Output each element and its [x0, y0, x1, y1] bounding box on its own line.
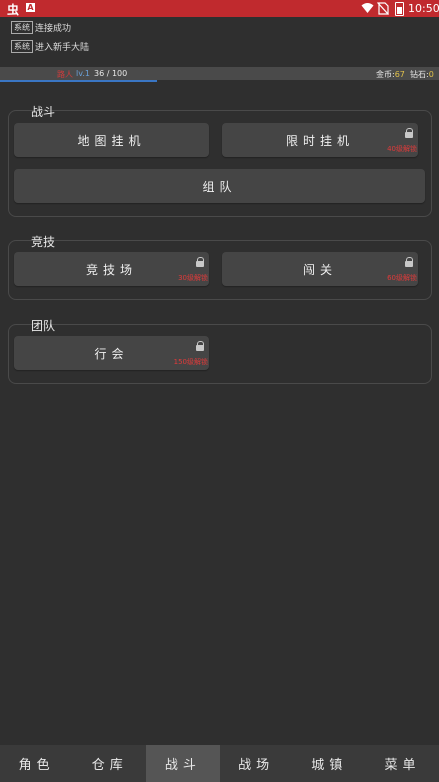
log-entry: 系统 连接成功 — [11, 21, 71, 34]
log-tag: 系统 — [11, 21, 33, 34]
unlock-requirement: 30级解锁 — [178, 274, 208, 282]
section-title-battle: 战斗 — [31, 105, 56, 119]
a-notification-icon: A — [26, 3, 35, 12]
exp-progress-bar — [0, 80, 157, 82]
lock-icon — [404, 257, 413, 267]
player-info-bar: 路人 lv.1 36 / 100 金币:67 钻石:0 — [0, 67, 439, 80]
nav-character[interactable]: 角色 — [0, 745, 73, 782]
unlock-requirement: 60级解锁 — [387, 274, 417, 282]
nav-menu[interactable]: 菜单 — [366, 745, 439, 782]
coins-display: 金币:67 — [376, 70, 405, 79]
nav-battle[interactable]: 战斗 — [146, 745, 220, 782]
section-title-group: 团队 — [31, 319, 56, 333]
diamonds-value: 0 — [428, 70, 434, 79]
app-notification-icon: 虫 — [7, 3, 20, 17]
unlock-requirement: 150级解锁 — [173, 358, 208, 366]
clock: 10:50 — [408, 2, 439, 15]
coins-value: 67 — [394, 70, 405, 79]
map-idle-button[interactable]: 地图挂机 — [14, 123, 209, 157]
nav-battlefield[interactable]: 战场 — [220, 745, 293, 782]
challenge-button[interactable]: 闯关 60级解锁 — [222, 252, 418, 286]
guild-button[interactable]: 行会 150级解锁 — [14, 336, 209, 370]
log-text: 进入新手大陆 — [35, 43, 90, 53]
lock-icon — [195, 257, 204, 267]
arena-button[interactable]: 竞技场 30级解锁 — [14, 252, 209, 286]
no-sim-icon — [377, 2, 389, 15]
message-log: 系统 连接成功 系统 进入新手大陆 — [0, 17, 439, 67]
battery-icon — [395, 2, 404, 16]
wifi-icon — [361, 3, 374, 13]
player-exp: 36 / 100 — [94, 69, 128, 78]
status-bar: 虫 A 10:50 — [0, 0, 439, 17]
diamonds-display: 钻石:0 — [410, 70, 434, 79]
timed-idle-button[interactable]: 限时挂机 40级解锁 — [222, 123, 418, 157]
section-title-arena: 竞技 — [31, 235, 56, 249]
log-entry: 系统 进入新手大陆 — [11, 40, 89, 53]
bottom-navigation: 角色 仓库 战斗 战场 城镇 菜单 — [0, 745, 439, 782]
nav-warehouse[interactable]: 仓库 — [73, 745, 146, 782]
lock-icon — [404, 128, 413, 138]
log-tag: 系统 — [11, 40, 33, 53]
lock-icon — [195, 341, 204, 351]
team-button[interactable]: 组队 — [14, 169, 425, 203]
log-text: 连接成功 — [35, 24, 72, 34]
nav-town[interactable]: 城镇 — [293, 745, 366, 782]
unlock-requirement: 40级解锁 — [387, 145, 417, 153]
player-level: lv.1 — [76, 69, 90, 78]
player-name: 路人 — [57, 70, 73, 79]
